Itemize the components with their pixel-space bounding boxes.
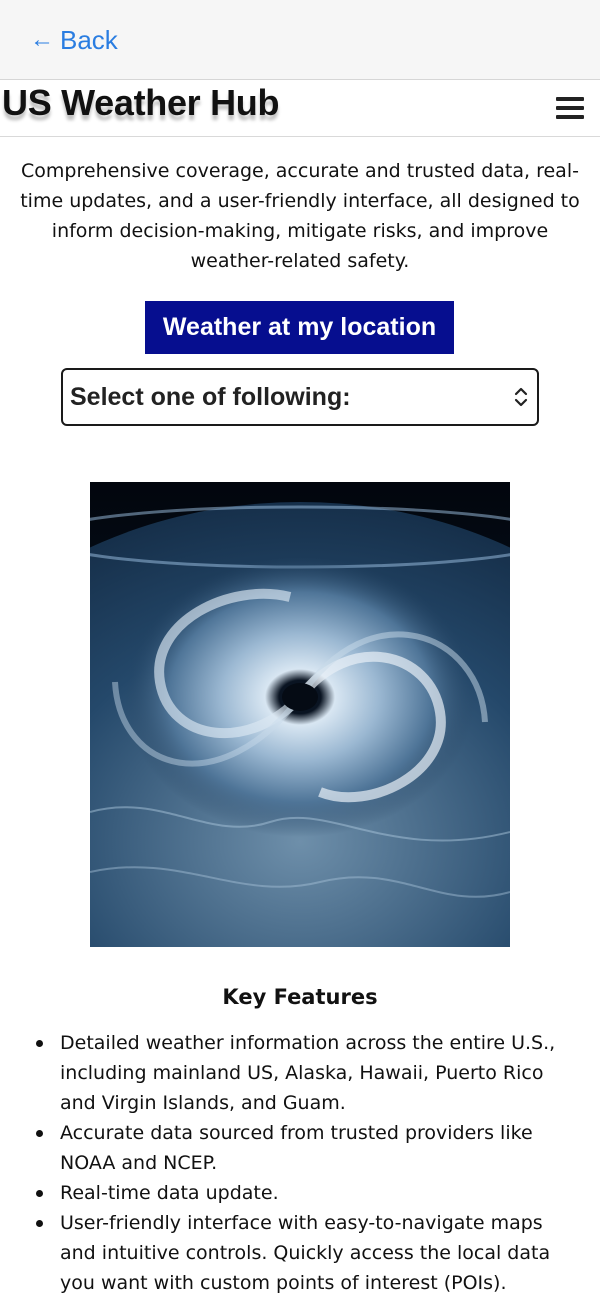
back-label: Back	[60, 25, 118, 55]
updown-chevron-icon	[514, 387, 528, 407]
back-button[interactable]: ← Back	[30, 22, 118, 58]
feature-item: User-friendly interface with easy-to-nav…	[22, 1208, 582, 1298]
bullet-icon	[36, 1190, 43, 1197]
key-features-heading: Key Features	[222, 985, 378, 1009]
bullet-icon	[36, 1220, 43, 1227]
feature-item: Detailed weather information across the …	[22, 1028, 582, 1118]
feature-item: Real-time data update.	[22, 1178, 582, 1208]
intro-text: Comprehensive coverage, accurate and tru…	[20, 160, 580, 272]
arrow-left-icon: ←	[30, 26, 54, 53]
feature-text: Accurate data sourced from trusted provi…	[60, 1122, 533, 1174]
hurricane-image	[90, 482, 510, 947]
hurricane-illustration	[90, 482, 510, 947]
weather-at-my-location-button[interactable]: Weather at my location	[145, 301, 454, 354]
bullet-icon	[36, 1130, 43, 1137]
feature-item: Accurate data sourced from trusted provi…	[22, 1118, 582, 1178]
hamburger-menu-icon[interactable]	[556, 97, 584, 119]
location-select-value: Select one of following:	[70, 383, 351, 411]
site-header: US Weather Hub	[0, 81, 600, 137]
feature-text: Detailed weather information across the …	[60, 1032, 556, 1114]
site-title[interactable]: US Weather Hub	[2, 81, 279, 125]
bullet-icon	[36, 1040, 43, 1047]
feature-text: User-friendly interface with easy-to-nav…	[60, 1212, 551, 1294]
location-select[interactable]: Select one of following:	[61, 368, 539, 426]
feature-text: Real-time data update.	[60, 1182, 279, 1204]
key-features-list: Detailed weather information across the …	[22, 1028, 582, 1298]
top-nav-bar: ← Back	[0, 0, 600, 80]
